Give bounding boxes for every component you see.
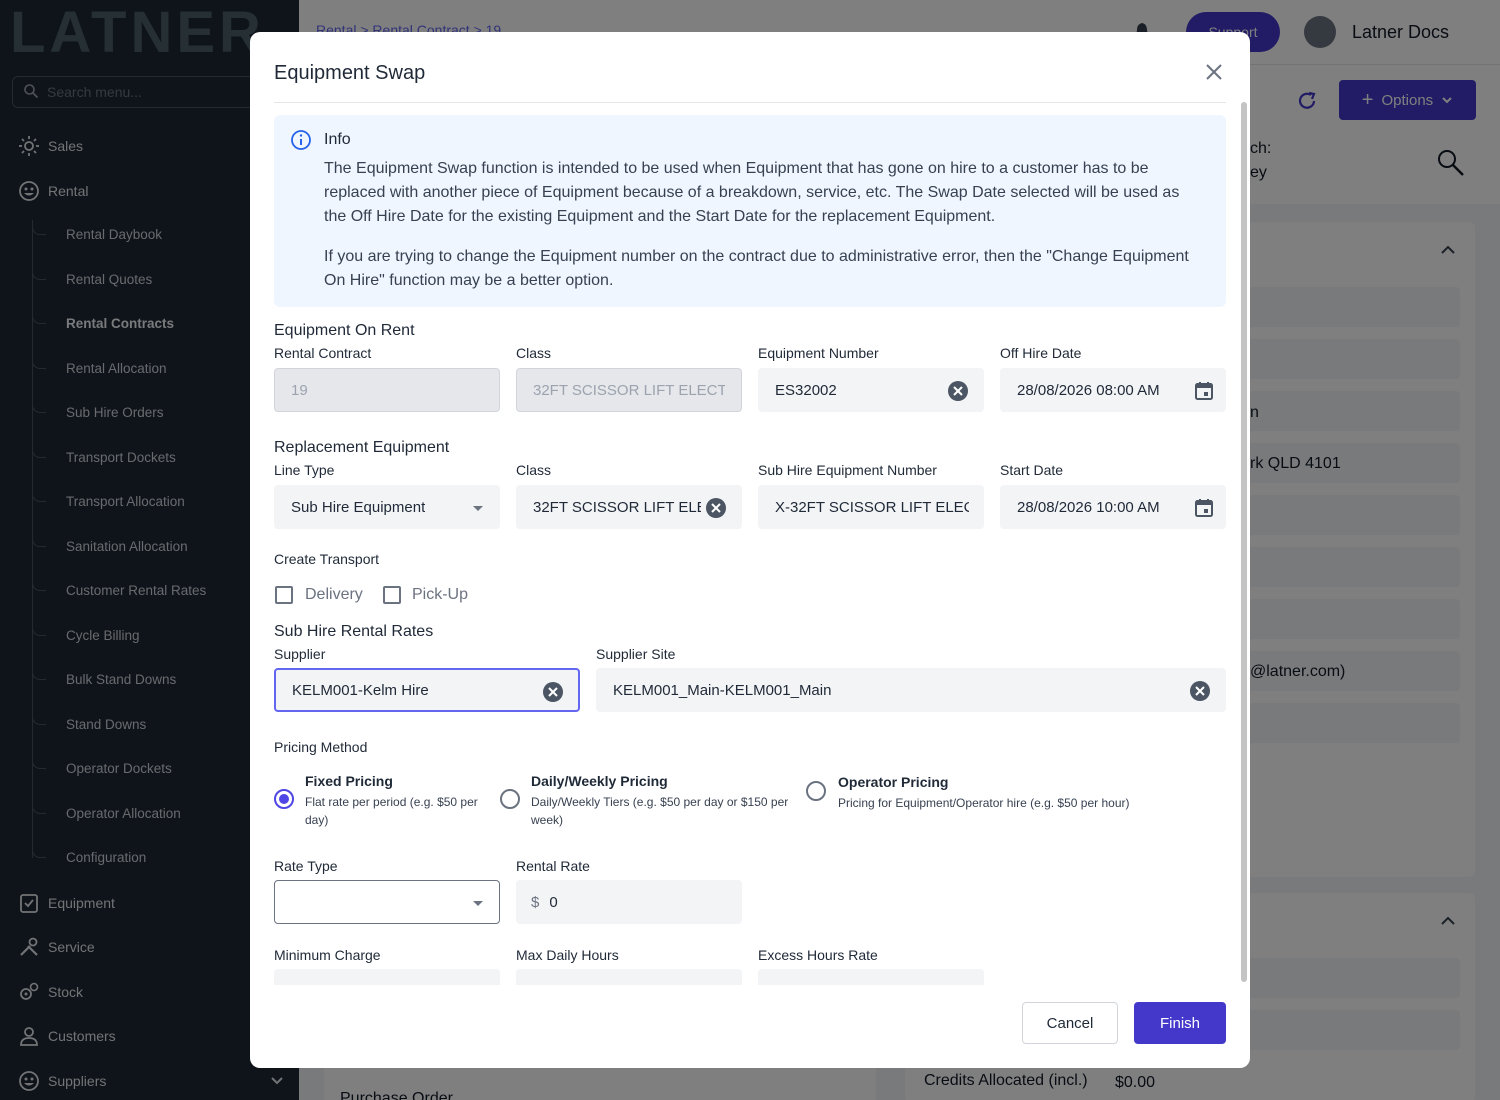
info-title: Info xyxy=(324,131,351,148)
on-rent-heading: Equipment On Rent xyxy=(274,322,415,339)
equipment-number-field[interactable]: ES32002 xyxy=(758,368,984,412)
sub-hire-number-field[interactable]: X-32FT SCISSOR LIFT ELECTRIC xyxy=(758,485,984,529)
operator-pricing-title[interactable]: Operator Pricing xyxy=(838,774,948,790)
on-rent-class-value: 32FT SCISSOR LIFT ELECTRIC xyxy=(533,381,725,399)
fixed-pricing-radio[interactable] xyxy=(274,789,294,809)
pickup-label[interactable]: Pick-Up xyxy=(412,586,468,604)
finish-button[interactable]: Finish xyxy=(1134,1002,1226,1044)
clear-icon[interactable] xyxy=(1189,680,1211,702)
clear-icon[interactable] xyxy=(947,380,969,402)
daily-weekly-pricing-title[interactable]: Daily/Weekly Pricing xyxy=(531,773,668,789)
max-daily-hours-label: Max Daily Hours xyxy=(516,947,619,963)
daily-weekly-pricing-radio[interactable] xyxy=(500,789,520,809)
replacement-heading: Replacement Equipment xyxy=(274,439,450,456)
equipment-number-value: ES32002 xyxy=(775,381,837,399)
start-date-value: 28/08/2026 10:00 AM xyxy=(1017,498,1160,516)
info-icon xyxy=(291,130,311,150)
calendar-icon[interactable] xyxy=(1193,497,1215,519)
minimum-charge-label: Minimum Charge xyxy=(274,947,381,963)
operator-pricing-desc: Pricing for Equipment/Operator hire (e.g… xyxy=(838,796,1130,810)
rental-contract-label: Rental Contract xyxy=(274,345,372,361)
delivery-checkbox[interactable] xyxy=(275,586,293,604)
currency-symbol: $ xyxy=(531,893,540,911)
rate-type-label: Rate Type xyxy=(274,858,338,874)
calendar-icon[interactable] xyxy=(1193,380,1215,402)
excess-hours-rate-label: Excess Hours Rate xyxy=(758,947,878,963)
title-divider xyxy=(274,102,1226,103)
caret-down-icon xyxy=(473,506,483,511)
line-type-value: Sub Hire Equipment xyxy=(291,498,426,516)
fixed-pricing-title[interactable]: Fixed Pricing xyxy=(305,773,393,789)
rental-rate-field[interactable]: $ 0 xyxy=(516,880,742,924)
max-daily-hours-field[interactable] xyxy=(516,969,742,985)
equipment-swap-modal: Equipment Swap Info The Equipment Swap f… xyxy=(250,32,1250,1068)
line-type-select[interactable]: Sub Hire Equipment xyxy=(274,485,500,529)
rental-rate-value: 0 xyxy=(549,893,558,911)
info-paragraph-2: If you are trying to change the Equipmen… xyxy=(324,248,1189,289)
replacement-class-value: 32FT SCISSOR LIFT ELECTRIC xyxy=(533,498,701,516)
clear-icon[interactable] xyxy=(705,497,727,519)
delivery-label[interactable]: Delivery xyxy=(305,586,363,604)
fixed-pricing-desc: Flat rate per period (e.g. $50 per day) xyxy=(305,795,478,827)
modal-title: Equipment Swap xyxy=(274,62,426,84)
caret-down-icon xyxy=(473,901,483,906)
rate-type-select[interactable] xyxy=(274,880,500,924)
supplier-site-label: Supplier Site xyxy=(596,646,676,662)
start-date-label: Start Date xyxy=(1000,462,1064,478)
supplier-site-value: KELM001_Main-KELM001_Main xyxy=(613,681,832,699)
pricing-method-label: Pricing Method xyxy=(274,739,368,755)
sub-hire-number-value: X-32FT SCISSOR LIFT ELECTRIC xyxy=(775,498,969,516)
off-hire-date-label: Off Hire Date xyxy=(1000,345,1082,361)
supplier-label: Supplier xyxy=(274,646,326,662)
pickup-checkbox[interactable] xyxy=(383,586,401,604)
close-icon[interactable] xyxy=(1202,60,1226,84)
line-type-label: Line Type xyxy=(274,462,335,478)
modal-scrollbar[interactable] xyxy=(1240,102,1248,982)
start-date-field[interactable]: 28/08/2026 10:00 AM xyxy=(1000,485,1226,529)
info-paragraph-1: The Equipment Swap function is intended … xyxy=(324,160,1180,225)
excess-hours-rate-field[interactable] xyxy=(758,969,984,985)
rental-rate-label: Rental Rate xyxy=(516,858,590,874)
supplier-site-field[interactable]: KELM001_Main-KELM001_Main xyxy=(596,668,1226,712)
supplier-value: KELM001-Kelm Hire xyxy=(292,681,429,699)
supplier-field[interactable]: KELM001-Kelm Hire xyxy=(274,668,580,712)
operator-pricing-radio[interactable] xyxy=(806,781,826,801)
info-alert: Info The Equipment Swap function is inte… xyxy=(274,115,1226,307)
on-rent-class-label: Class xyxy=(516,345,552,361)
daily-weekly-pricing-desc: Daily/Weekly Tiers (e.g. $50 per day or … xyxy=(531,795,789,827)
sub-hire-number-label: Sub Hire Equipment Number xyxy=(758,462,937,478)
equipment-number-label: Equipment Number xyxy=(758,345,879,361)
replacement-class-label: Class xyxy=(516,462,552,478)
off-hire-date-field[interactable]: 28/08/2026 08:00 AM xyxy=(1000,368,1226,412)
create-transport-label: Create Transport xyxy=(274,551,380,567)
cancel-button[interactable]: Cancel xyxy=(1022,1002,1118,1044)
clear-icon[interactable] xyxy=(542,681,564,703)
on-rent-class-field: 32FT SCISSOR LIFT ELECTRIC xyxy=(516,368,742,412)
scrollbar-thumb[interactable] xyxy=(1241,102,1247,982)
replacement-class-field[interactable]: 32FT SCISSOR LIFT ELECTRIC xyxy=(516,485,742,529)
rental-contract-value: 19 xyxy=(291,381,308,399)
rates-heading: Sub Hire Rental Rates xyxy=(274,623,434,640)
rental-contract-field: 19 xyxy=(274,368,500,412)
minimum-charge-field[interactable] xyxy=(274,969,500,985)
off-hire-date-value: 28/08/2026 08:00 AM xyxy=(1017,381,1160,399)
